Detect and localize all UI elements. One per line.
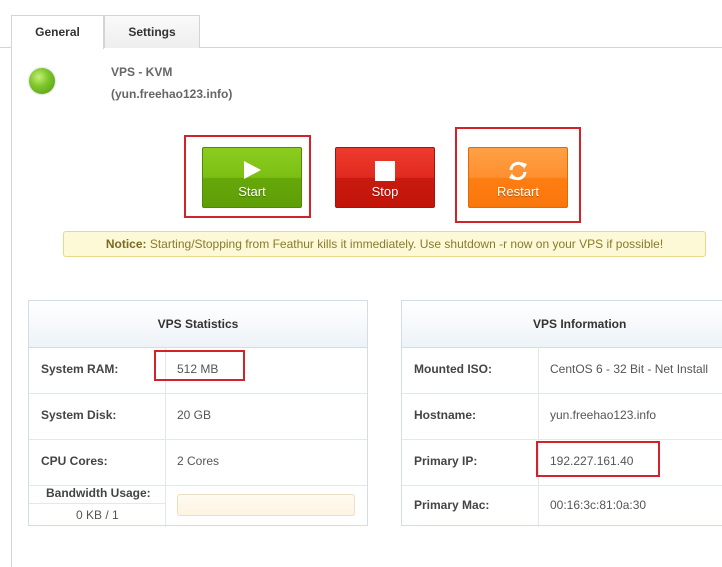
restart-button-label: Restart — [497, 184, 539, 199]
vps-information-card: VPS Information Mounted ISO: CentOS 6 - … — [401, 300, 722, 527]
stat-row-bandwidth: Bandwidth Usage: 0 KB / 1 — [29, 485, 367, 526]
vps-hostname: (yun.freehao123.info) — [111, 87, 233, 101]
bandwidth-label: Bandwidth Usage: — [46, 486, 151, 500]
status-online-icon — [29, 68, 55, 94]
info-value: CentOS 6 - 32 Bit - Net Install — [550, 362, 709, 376]
stat-label: System RAM: — [41, 362, 119, 376]
tab-general[interactable]: General — [11, 15, 104, 49]
stat-row-cpu: CPU Cores: 2 Cores — [29, 439, 367, 486]
stat-label: CPU Cores: — [41, 454, 108, 468]
bandwidth-value: 0 KB / 1 — [76, 508, 119, 522]
tab-settings[interactable]: Settings — [104, 15, 200, 48]
notice-label: Notice: — [105, 237, 147, 251]
stat-row-disk: System Disk: 20 GB — [29, 393, 367, 440]
vps-statistics-card: VPS Statistics System RAM: 512 MB System… — [28, 300, 368, 527]
info-row-iso: Mounted ISO: CentOS 6 - 32 Bit - Net Ins… — [402, 347, 722, 394]
tab-bar: General Settings — [0, 0, 722, 49]
bandwidth-divider — [29, 503, 165, 504]
info-value: yun.freehao123.info — [550, 408, 657, 422]
start-button[interactable]: Start — [202, 147, 302, 208]
refresh-icon — [507, 160, 529, 185]
vps-statistics-title: VPS Statistics — [29, 301, 367, 348]
info-label: Primary IP: — [414, 454, 478, 468]
info-value: 00:16:3c:81:0a:30 — [550, 498, 647, 512]
restart-button[interactable]: Restart — [468, 147, 568, 208]
stop-icon — [374, 160, 396, 185]
notice-banner: Notice: Starting/Stopping from Feathur k… — [63, 231, 706, 257]
notice-text: Starting/Stopping from Feathur kills it … — [146, 237, 664, 251]
ip-highlight-box — [536, 441, 660, 477]
info-row-hostname: Hostname: yun.freehao123.info — [402, 393, 722, 440]
vps-title: VPS - KVM — [111, 65, 173, 79]
stat-value: 2 Cores — [177, 454, 220, 468]
ram-highlight-box — [154, 350, 245, 381]
stat-label: System Disk: — [41, 408, 117, 422]
info-label: Hostname: — [414, 408, 477, 422]
play-icon — [242, 160, 262, 183]
info-row-mac: Primary Mac: 00:16:3c:81:0a:30 — [402, 485, 722, 526]
stop-button[interactable]: Stop — [335, 147, 435, 208]
vps-information-title: VPS Information — [402, 301, 722, 348]
stop-button-label: Stop — [371, 184, 399, 199]
info-label: Primary Mac: — [414, 498, 490, 512]
stat-value: 20 GB — [177, 408, 212, 422]
info-label: Mounted ISO: — [414, 362, 492, 376]
bandwidth-progress-bar — [177, 494, 355, 516]
start-button-label: Start — [238, 184, 266, 199]
